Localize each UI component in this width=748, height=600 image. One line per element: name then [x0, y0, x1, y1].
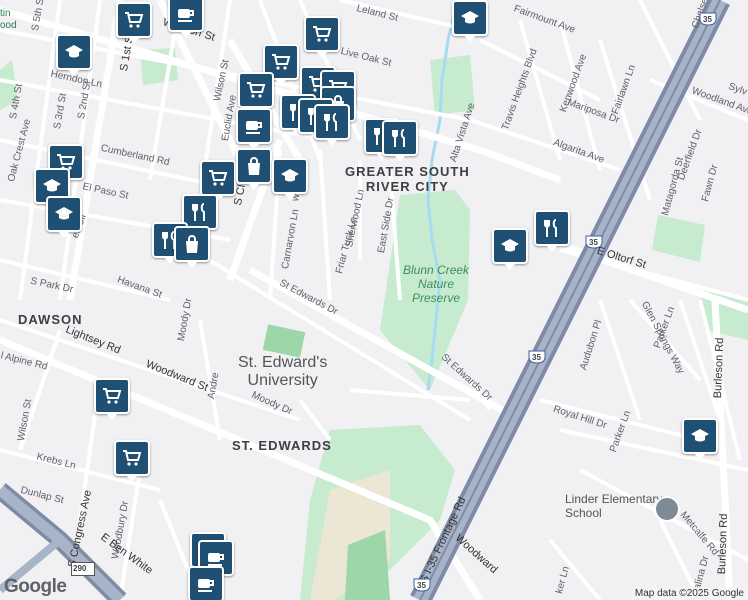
- map-attribution: Map data ©2025 Google: [630, 587, 748, 600]
- school-marker[interactable]: [56, 34, 92, 76]
- grocery-icon: [103, 388, 122, 404]
- grocery-marker[interactable]: [94, 378, 130, 420]
- school-marker[interactable]: [272, 158, 308, 200]
- grocery-marker[interactable]: [238, 72, 274, 114]
- park-label-blunn-creek: Blunn Creek Nature Preserve: [403, 263, 470, 305]
- map-canvas[interactable]: GREATER SOUTH RIVER CITY DAWSON ST. EDWA…: [0, 0, 748, 600]
- i35-shield-label-north: 35: [703, 15, 712, 24]
- school-marker[interactable]: [492, 228, 528, 270]
- restaurant-marker[interactable]: [314, 104, 350, 146]
- school-icon: [461, 11, 479, 24]
- cafe-marker[interactable]: [236, 108, 272, 150]
- school-marker[interactable]: [46, 196, 82, 238]
- school-icon: [55, 207, 73, 220]
- school-marker[interactable]: [682, 418, 718, 460]
- shopping-marker[interactable]: [236, 148, 272, 190]
- school-label-linder: Linder Elementary School: [565, 492, 663, 520]
- cafe-marker[interactable]: [168, 0, 204, 38]
- grocery-icon: [247, 82, 266, 98]
- cafe-icon: [198, 579, 214, 592]
- restaurant-icon: [324, 113, 337, 131]
- school-icon: [43, 179, 61, 192]
- grocery-marker[interactable]: [116, 2, 152, 44]
- restaurant-icon: [192, 203, 205, 221]
- school-icon: [281, 169, 299, 182]
- shopping-icon: [186, 235, 198, 253]
- i35-shield-label-mid: 35: [589, 238, 598, 247]
- university-label: St. Edward's University: [238, 354, 328, 389]
- grocery-icon: [125, 12, 144, 28]
- school-icon: [501, 239, 519, 252]
- grocery-icon: [313, 26, 332, 42]
- restaurant-marker[interactable]: [534, 210, 570, 252]
- google-logo: Google: [4, 576, 67, 597]
- grocery-icon: [209, 170, 228, 186]
- grocery-icon: [123, 450, 142, 466]
- school-marker[interactable]: [452, 0, 488, 42]
- park-area-east: [652, 215, 705, 262]
- restaurant-icon: [392, 129, 405, 147]
- school-icon: [691, 429, 709, 442]
- grocery-marker[interactable]: [200, 160, 236, 202]
- i35-shield-label-bottom: 35: [417, 581, 426, 590]
- shopping-marker[interactable]: [174, 226, 210, 268]
- grocery-icon: [272, 54, 291, 70]
- university-field: [262, 324, 306, 358]
- street-burleson-north: Burleson Rd: [712, 337, 727, 399]
- restaurant-marker[interactable]: [382, 120, 418, 162]
- shopping-icon: [248, 157, 260, 175]
- area-label-st-edwards: ST. EDWARDS: [232, 438, 332, 453]
- partial-place-label: tin ood: [0, 8, 17, 31]
- cafe-icon: [246, 121, 262, 134]
- i35-shield-label-south: 35: [532, 353, 541, 362]
- grocery-marker[interactable]: [114, 440, 150, 482]
- school-icon: [65, 45, 83, 58]
- restaurant-icon: [544, 219, 557, 237]
- school-pin-icon[interactable]: [654, 496, 680, 522]
- cafe-marker[interactable]: [188, 566, 224, 600]
- us290-shield-label: 290: [73, 564, 87, 573]
- street-burleson-south: Burleson Rd: [716, 513, 731, 575]
- cafe-icon: [178, 9, 194, 22]
- grocery-marker[interactable]: [304, 16, 340, 58]
